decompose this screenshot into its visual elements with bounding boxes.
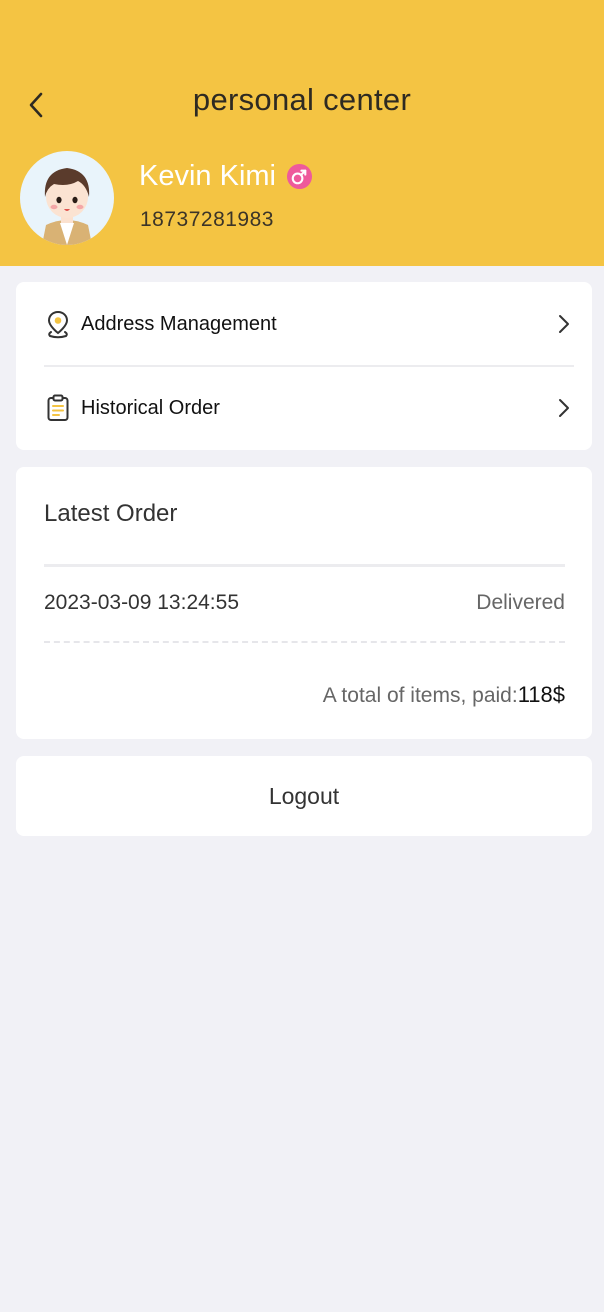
order-datetime: 2023-03-09 13:24:55 — [44, 591, 239, 614]
user-name-text: Kevin Kimi — [139, 160, 276, 192]
order-total: A total of items, paid:118$ — [323, 682, 565, 708]
chevron-right-icon — [559, 399, 569, 417]
clipboard-icon — [44, 392, 72, 424]
page-title: personal center — [192, 82, 412, 117]
order-total-prefix: A total of items, paid: — [322, 684, 518, 707]
user-name: Kevin Kimi — [139, 160, 313, 193]
order-dashed-divider — [44, 641, 565, 643]
menu-item-label: Historical Order — [81, 396, 220, 419]
latest-order-title: Latest Order — [44, 500, 178, 527]
menu-item-label: Address Management — [81, 312, 277, 335]
male-gender-icon — [286, 163, 313, 190]
menu-card: Address Management Historical Order — [16, 282, 592, 450]
location-pin-icon — [44, 308, 72, 340]
menu-item-address-management[interactable]: Address Management — [16, 282, 592, 366]
logout-label: Logout — [268, 782, 340, 809]
order-total-amount: 118$ — [517, 682, 565, 707]
header-bar: personal center Kevin Kimi 18737281983 — [0, 0, 604, 266]
latest-order-card[interactable]: Latest Order 2023-03-09 13:24:55 Deliver… — [16, 467, 592, 739]
order-status: Delivered — [476, 591, 565, 614]
chevron-right-icon — [559, 315, 569, 333]
cartoon-boy-avatar — [42, 168, 92, 245]
logout-button[interactable]: Logout — [16, 756, 592, 836]
user-phone: 18737281983 — [140, 208, 274, 231]
order-divider — [44, 564, 565, 567]
avatar[interactable] — [20, 151, 114, 245]
menu-item-historical-order[interactable]: Historical Order — [16, 366, 592, 450]
